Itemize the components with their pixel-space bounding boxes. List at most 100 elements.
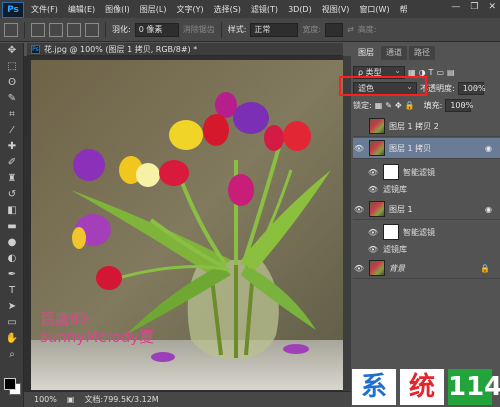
path-select-tool-icon[interactable]: ➤ (0, 299, 24, 315)
filter-shape-icon[interactable]: ▭ (436, 68, 444, 77)
document-tab[interactable]: Ps 花.jpg @ 100% (图层 1 拷贝, RGB/8#) * (27, 43, 343, 56)
shape-tool-icon[interactable]: ▭ (0, 315, 24, 331)
lock-row: 锁定: ▦ ✎ ✥ 🔒 填充: 100% (353, 97, 500, 113)
layer-row[interactable]: 👁 图层 1 拷贝 ◉ (353, 138, 500, 159)
height-label: 高度: (357, 25, 377, 34)
clone-stamp-tool-icon[interactable]: ♜ (0, 171, 24, 187)
feather-input[interactable]: 0 像素 (134, 22, 179, 37)
blur-tool-icon[interactable]: ● (0, 235, 24, 251)
add-selection-icon[interactable] (49, 22, 63, 37)
history-brush-tool-icon[interactable]: ↺ (0, 187, 24, 203)
eye-icon[interactable]: 👁 (353, 205, 365, 214)
watermark-line-name: sunnyMelody夏 (40, 328, 155, 346)
layer-row[interactable]: 👁 背景 🔒 (353, 258, 500, 279)
fill-input[interactable]: 100% (445, 98, 473, 112)
window-controls: — ❐ ✕ (451, 2, 496, 12)
feather-label: 羽化: (112, 25, 131, 34)
intersect-selection-icon[interactable] (85, 22, 99, 37)
tab-paths[interactable]: 路径 (409, 46, 435, 60)
eye-icon[interactable]: 👁 (367, 245, 379, 254)
smart-filter-row[interactable]: 👁 智能滤镜 (353, 162, 500, 182)
width-input[interactable] (325, 22, 344, 37)
marquee-tool-icon[interactable] (4, 22, 18, 37)
menu-help[interactable]: 帮 (395, 4, 413, 15)
pen-tool-icon[interactable]: ✒ (0, 267, 24, 283)
smart-object-icon: ◉ (485, 143, 492, 153)
eye-icon[interactable]: 👁 (367, 168, 379, 177)
opacity-input[interactable]: 100% (457, 81, 486, 95)
filter-row[interactable]: 👁 滤镜库 (353, 183, 500, 196)
swap-icon[interactable]: ⇄ (347, 25, 354, 34)
tab-channels[interactable]: 通道 (381, 46, 407, 60)
eye-icon[interactable]: 👁 (367, 185, 379, 194)
brush-tool-icon[interactable]: ✐ (0, 155, 24, 171)
divider (105, 21, 106, 38)
crop-tool-icon[interactable]: ⌗ (0, 107, 24, 123)
lasso-tool-icon[interactable]: ʘ (0, 75, 24, 91)
lock-icon: 🔒 (480, 263, 490, 273)
filter-type-icon[interactable]: T (429, 68, 434, 77)
highlight-box (339, 76, 427, 96)
menu-select[interactable]: 选择(S) (209, 4, 246, 15)
watermark-line-id: 百度ID: (40, 310, 92, 328)
zoom-tool-icon[interactable]: ⌕ (0, 347, 24, 363)
layer-name[interactable]: 图层 1 (389, 204, 413, 215)
menu-3d[interactable]: 3D(D) (283, 5, 317, 14)
smart-filter-row[interactable]: 👁 智能滤镜 (353, 222, 500, 242)
divider (24, 21, 25, 38)
subtract-selection-icon[interactable] (67, 22, 81, 37)
restore-button[interactable]: ❐ (470, 2, 478, 12)
menu-layer[interactable]: 图层(L) (135, 4, 172, 15)
menu-window[interactable]: 窗口(W) (354, 4, 394, 15)
menu-bar: Ps 文件(F) 编辑(E) 图像(I) 图层(L) 文字(Y) 选择(S) 滤… (0, 0, 500, 18)
marquee-tool-icon[interactable]: ⬚ (0, 59, 24, 75)
menu-view[interactable]: 视图(V) (317, 4, 355, 15)
layer-name[interactable]: 背景 (389, 263, 405, 274)
layer-row[interactable]: 图层 1 拷贝 2 (353, 116, 500, 137)
hand-tool-icon[interactable]: ✋ (0, 331, 24, 347)
filter-smart-icon[interactable]: ▤ (447, 68, 455, 77)
layer-row[interactable]: 👁 图层 1 ◉ (353, 199, 500, 220)
eye-icon[interactable]: 👁 (353, 264, 365, 273)
layer-thumbnail (369, 201, 385, 217)
filter-mask-thumbnail (383, 224, 399, 240)
antialias-checkbox[interactable]: 消除锯齿 (183, 24, 215, 35)
lock-all-icon[interactable]: 🔒 (405, 101, 415, 110)
menu-image[interactable]: 图像(I) (100, 4, 135, 15)
move-tool-icon[interactable]: ✥ (0, 43, 24, 59)
fill-label: 填充: (423, 100, 443, 110)
layer-thumbnail (369, 140, 385, 156)
quick-select-tool-icon[interactable]: ✎ (0, 91, 24, 107)
menu-filter[interactable]: 滤镜(T) (246, 4, 283, 15)
eraser-tool-icon[interactable]: ◧ (0, 203, 24, 219)
healing-brush-tool-icon[interactable]: ✚ (0, 139, 24, 155)
tab-layers[interactable]: 图层 (353, 46, 379, 60)
layer-name[interactable]: 图层 1 拷贝 (389, 143, 431, 154)
eye-icon[interactable]: 👁 (353, 144, 365, 153)
layer-thumbnail (369, 118, 385, 134)
filter-row[interactable]: 👁 滤镜库 (353, 243, 500, 256)
vertical-scrollbar[interactable] (343, 56, 351, 391)
gradient-tool-icon[interactable]: ▬ (0, 219, 24, 235)
lock-move-icon[interactable]: ✥ (395, 101, 402, 110)
menu-edit[interactable]: 编辑(E) (63, 4, 100, 15)
zoom-level[interactable]: 100% (34, 395, 57, 404)
menu-type[interactable]: 文字(Y) (171, 4, 208, 15)
document-info: 文档:799.5K/3.12M (84, 395, 159, 404)
foreground-color-swatch[interactable] (4, 378, 16, 390)
type-tool-icon[interactable]: T (0, 283, 24, 299)
menu-file[interactable]: 文件(F) (26, 4, 63, 15)
filter-name: 滤镜库 (383, 185, 407, 194)
filter-name: 滤镜库 (383, 245, 407, 254)
minimize-button[interactable]: — (451, 2, 460, 12)
layer-name[interactable]: 图层 1 拷贝 2 (389, 121, 439, 132)
eyedropper-tool-icon[interactable]: ⁄ (0, 123, 24, 139)
new-selection-icon[interactable] (31, 22, 45, 37)
dodge-tool-icon[interactable]: ◐ (0, 251, 24, 267)
lock-brush-icon[interactable]: ✎ (385, 101, 392, 110)
eye-icon[interactable]: 👁 (367, 228, 379, 237)
close-button[interactable]: ✕ (488, 2, 496, 12)
smart-filters-label: 智能滤镜 (403, 167, 435, 177)
lock-transparent-icon[interactable]: ▦ (375, 101, 383, 110)
style-select[interactable]: 正常 (250, 22, 299, 37)
